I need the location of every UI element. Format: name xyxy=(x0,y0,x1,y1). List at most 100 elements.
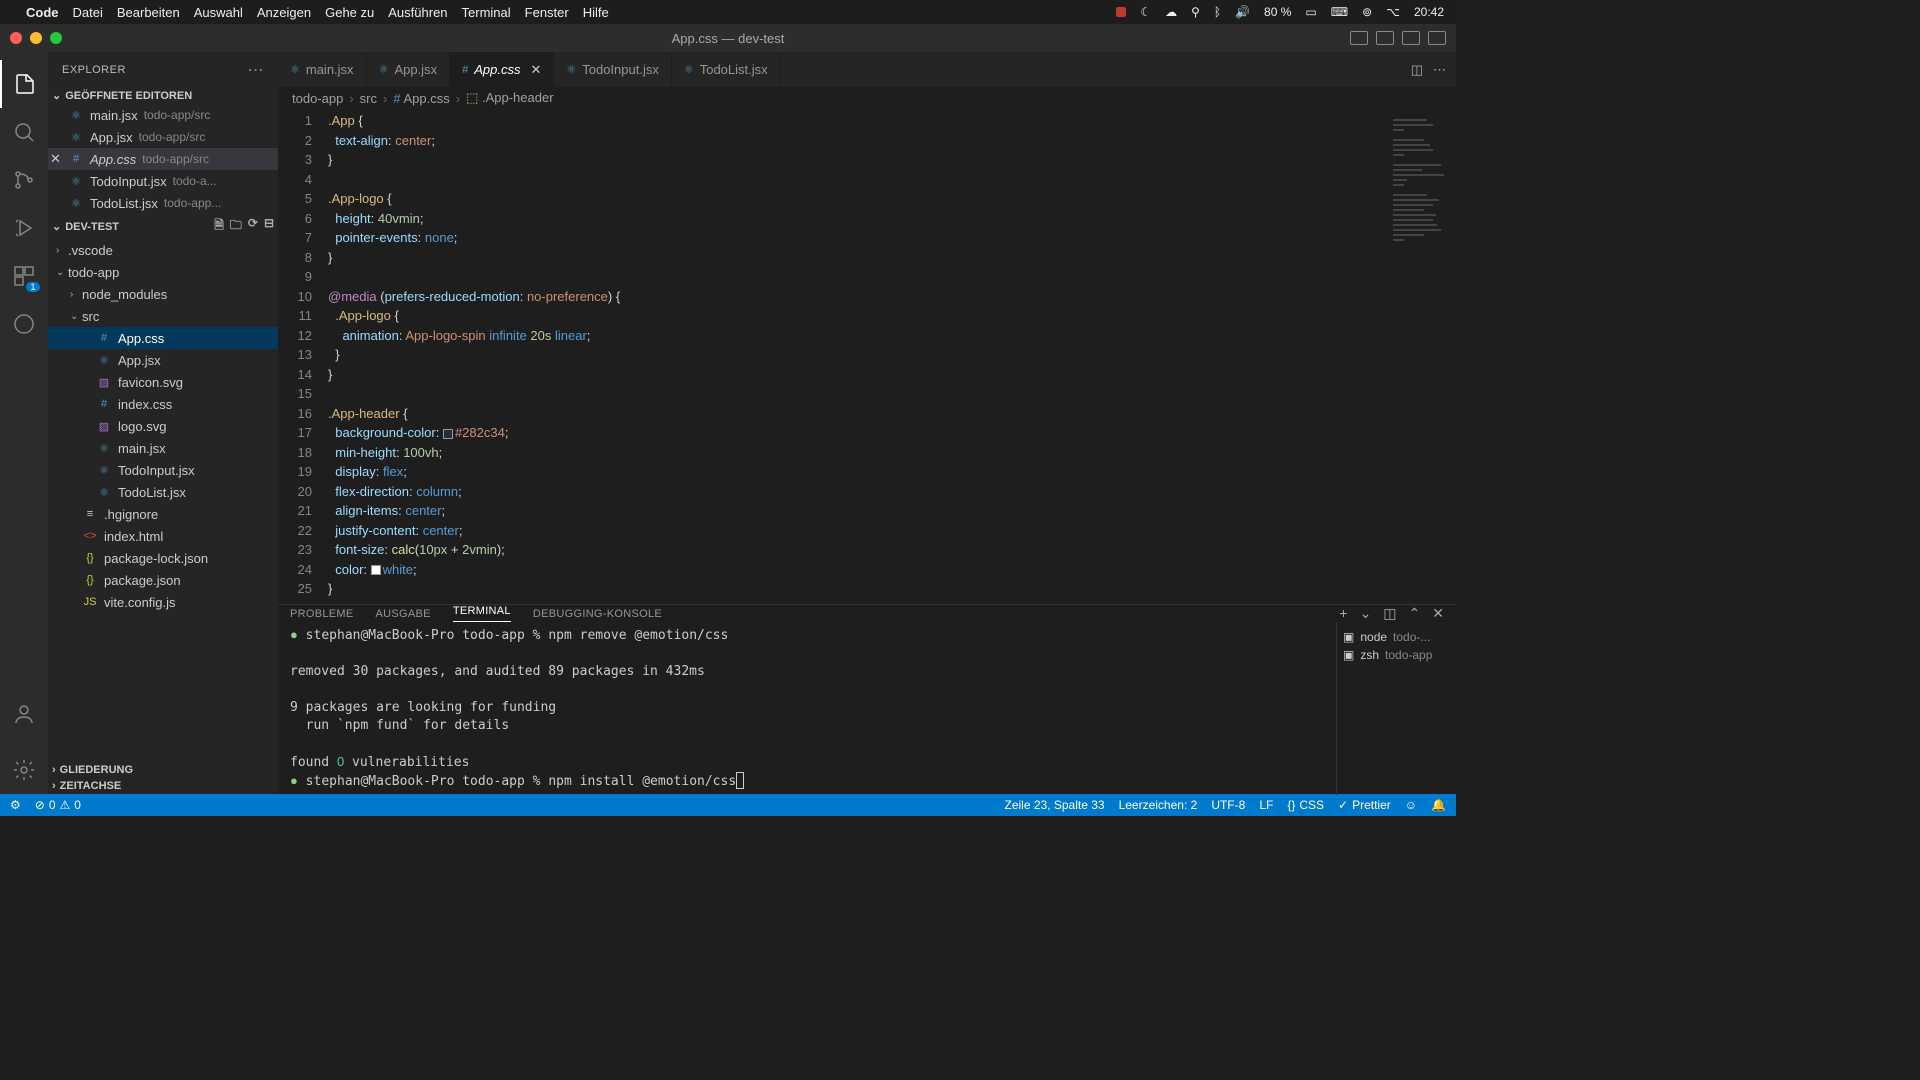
code-editor[interactable]: .App { text-align: center;} .App-logo { … xyxy=(328,109,1386,604)
tree-folder[interactable]: ⌄todo-app xyxy=(48,261,278,283)
notifications-icon[interactable]: 🔔 xyxy=(1431,798,1446,812)
breadcrumb-item[interactable]: # App.css xyxy=(393,91,449,106)
breadcrumb-item[interactable]: src xyxy=(360,91,377,106)
clock[interactable]: 20:42 xyxy=(1414,5,1444,19)
open-editor-item[interactable]: ⚛TodoList.jsxtodo-app... xyxy=(48,192,278,214)
tree-file[interactable]: #App.css xyxy=(48,327,278,349)
open-editor-item[interactable]: ✕#App.csstodo-app/src xyxy=(48,148,278,170)
tree-folder[interactable]: ›.vscode xyxy=(48,239,278,261)
window-close-button[interactable] xyxy=(10,32,22,44)
terminal-session[interactable]: ▣nodetodo-... xyxy=(1343,628,1450,646)
menu-item[interactable]: Hilfe xyxy=(583,5,609,20)
editor-tab[interactable]: #App.css✕ xyxy=(450,52,554,87)
editor-tab[interactable]: ⚛TodoInput.jsx xyxy=(554,52,671,87)
tree-file[interactable]: ⚛App.jsx xyxy=(48,349,278,371)
editor-tab[interactable]: ⚛App.jsx xyxy=(367,52,451,87)
menu-item[interactable]: Gehe zu xyxy=(325,5,374,20)
menu-item[interactable]: Ausführen xyxy=(388,5,447,20)
toggle-panel-bottom-icon[interactable] xyxy=(1376,31,1394,45)
menu-item[interactable]: Auswahl xyxy=(194,5,243,20)
tree-file[interactable]: ▨favicon.svg xyxy=(48,371,278,393)
maximize-panel-icon[interactable]: ⌃ xyxy=(1409,605,1421,622)
tree-file[interactable]: {}package.json xyxy=(48,569,278,591)
activity-explorer[interactable] xyxy=(0,60,48,108)
split-editor-icon[interactable]: ◫ xyxy=(1411,62,1423,78)
activity-settings[interactable] xyxy=(0,746,48,794)
editor-more-icon[interactable]: ⋯ xyxy=(1433,62,1446,78)
new-file-icon[interactable]: 🗎 xyxy=(214,216,224,237)
cloud-icon[interactable]: ☁ xyxy=(1165,5,1177,19)
encoding[interactable]: UTF-8 xyxy=(1211,798,1245,812)
eol[interactable]: LF xyxy=(1259,798,1273,812)
terminal-session[interactable]: ▣zshtodo-app xyxy=(1343,646,1450,664)
activity-search[interactable] xyxy=(0,108,48,156)
panel-tab[interactable]: AUSGABE xyxy=(376,608,431,620)
recording-indicator-icon[interactable] xyxy=(1116,7,1126,17)
keyboard-icon[interactable]: ⌨ xyxy=(1331,5,1348,19)
minimap[interactable] xyxy=(1386,109,1456,604)
breadcrumb[interactable]: todo-app›src›# App.css›⬚ .App-header xyxy=(278,87,1456,109)
tree-folder[interactable]: ⌄src xyxy=(48,305,278,327)
collapse-icon[interactable]: ⊟ xyxy=(264,216,274,237)
terminal-dropdown-icon[interactable]: ⌄ xyxy=(1360,605,1372,622)
editor-tab[interactable]: ⚛TodoList.jsx xyxy=(672,52,781,87)
menu-item[interactable]: Bearbeiten xyxy=(117,5,180,20)
toggle-panel-left-icon[interactable] xyxy=(1350,31,1368,45)
feedback-icon[interactable]: ☺ xyxy=(1405,798,1417,812)
open-editors-header[interactable]: ⌄ GEÖFFNETE EDITOREN xyxy=(48,87,278,104)
tree-file[interactable]: ⚛main.jsx xyxy=(48,437,278,459)
activity-debug[interactable] xyxy=(0,204,48,252)
new-folder-icon[interactable]: 🗀 xyxy=(230,216,242,237)
language-mode[interactable]: {} CSS xyxy=(1287,798,1324,812)
tree-file[interactable]: #index.css xyxy=(48,393,278,415)
menu-item[interactable]: Terminal xyxy=(462,5,511,20)
toggle-panel-right-icon[interactable] xyxy=(1402,31,1420,45)
tree-file[interactable]: {}package-lock.json xyxy=(48,547,278,569)
control-center-icon[interactable]: ⌥ xyxy=(1386,5,1400,19)
split-terminal-icon[interactable]: ◫ xyxy=(1383,605,1396,622)
outline-header[interactable]: › GLIEDERUNG xyxy=(48,762,278,778)
bluetooth-icon[interactable]: ᛒ xyxy=(1214,5,1221,19)
panel-tab[interactable]: TERMINAL xyxy=(453,605,511,622)
activity-remote[interactable] xyxy=(0,300,48,348)
panel-tab[interactable]: DEBUGGING-KONSOLE xyxy=(533,608,662,620)
terminal[interactable]: ● stephan@MacBook-Pro todo-app % npm rem… xyxy=(278,622,1336,795)
editor-tab[interactable]: ⚛main.jsx xyxy=(278,52,367,87)
activity-account[interactable] xyxy=(0,690,48,738)
battery-icon[interactable]: ▭ xyxy=(1305,5,1316,19)
window-minimize-button[interactable] xyxy=(30,32,42,44)
remote-indicator[interactable]: ⚙ xyxy=(10,798,21,812)
close-panel-icon[interactable]: ✕ xyxy=(1432,605,1444,622)
cursor-position[interactable]: Zeile 23, Spalte 33 xyxy=(1005,798,1105,812)
tree-file[interactable]: <>index.html xyxy=(48,525,278,547)
activity-extensions[interactable]: 1 xyxy=(0,252,48,300)
tree-folder[interactable]: ›node_modules xyxy=(48,283,278,305)
tree-file[interactable]: ≡.hgignore xyxy=(48,503,278,525)
activity-scm[interactable] xyxy=(0,156,48,204)
problems-indicator[interactable]: ⊘ 0 ⚠ 0 xyxy=(35,798,81,812)
indentation[interactable]: Leerzeichen: 2 xyxy=(1119,798,1198,812)
volume-icon[interactable]: 🔊 xyxy=(1235,5,1250,19)
tree-file[interactable]: JSvite.config.js xyxy=(48,591,278,613)
dnd-icon[interactable]: ☾ xyxy=(1140,5,1151,19)
menu-item[interactable]: Datei xyxy=(73,5,103,20)
close-icon[interactable]: ✕ xyxy=(50,151,66,167)
workspace-header[interactable]: ⌄ DEV-TEST 🗎 🗀 ⟳ ⊟ xyxy=(48,214,278,239)
timeline-header[interactable]: › ZEITACHSE xyxy=(48,778,278,794)
tree-file[interactable]: ⚛TodoList.jsx xyxy=(48,481,278,503)
menu-item[interactable]: Anzeigen xyxy=(257,5,311,20)
tree-file[interactable]: ⚛TodoInput.jsx xyxy=(48,459,278,481)
open-editor-item[interactable]: ⚛App.jsxtodo-app/src xyxy=(48,126,278,148)
open-editor-item[interactable]: ⚛TodoInput.jsxtodo-a... xyxy=(48,170,278,192)
app-name[interactable]: Code xyxy=(26,5,59,20)
open-editor-item[interactable]: ⚛main.jsxtodo-app/src xyxy=(48,104,278,126)
prettier-status[interactable]: ✓ Prettier xyxy=(1338,798,1391,812)
wifi-icon[interactable]: ⊚ xyxy=(1362,5,1372,19)
menu-item[interactable]: Fenster xyxy=(525,5,569,20)
new-terminal-icon[interactable]: + xyxy=(1339,605,1347,622)
sidebar-more-icon[interactable]: ⋯ xyxy=(248,60,265,80)
refresh-icon[interactable]: ⟳ xyxy=(248,216,258,237)
close-icon[interactable]: ✕ xyxy=(530,62,541,78)
battery-percent[interactable]: 80 % xyxy=(1264,5,1291,19)
breadcrumb-item[interactable]: todo-app xyxy=(292,91,343,106)
